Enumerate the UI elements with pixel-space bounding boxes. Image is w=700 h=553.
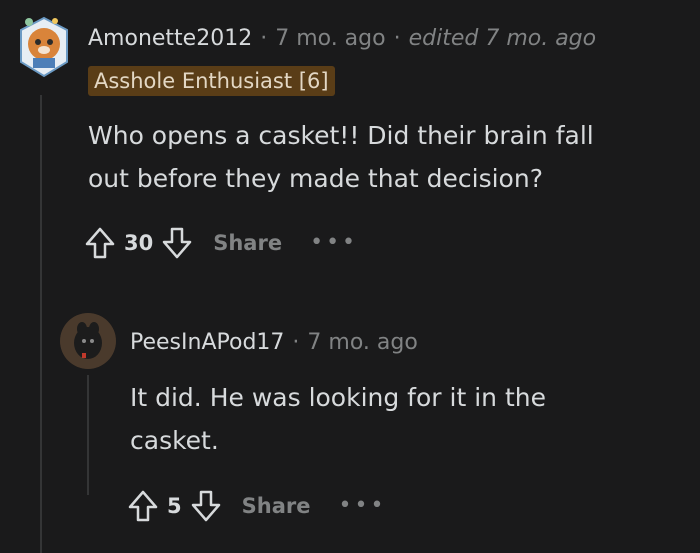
- comment-body-line: Who opens a casket!! Did their brain fal…: [88, 121, 594, 150]
- timestamp[interactable]: 7 mo. ago: [307, 330, 417, 355]
- thread-line-main[interactable]: [40, 95, 42, 553]
- comment-body-line: casket.: [130, 426, 219, 455]
- upvote-arrow-icon: [85, 227, 115, 259]
- more-options-button[interactable]: •••: [310, 232, 358, 254]
- username[interactable]: PeesInAPod17: [130, 330, 284, 355]
- username[interactable]: Amonette2012: [88, 26, 252, 51]
- downvote-button[interactable]: [159, 225, 195, 261]
- more-options-button[interactable]: •••: [338, 495, 386, 517]
- share-button[interactable]: Share: [242, 494, 311, 518]
- upvote-button[interactable]: [82, 225, 118, 261]
- vote-score: 30: [124, 231, 154, 255]
- comment-actions: 30 Share •••: [82, 225, 358, 261]
- timestamp[interactable]: 7 mo. ago: [275, 26, 385, 51]
- avatar[interactable]: [15, 12, 73, 82]
- downvote-arrow-icon: [162, 227, 192, 259]
- meta-separator: ·: [260, 26, 268, 51]
- edited-label: edited 7 mo. ago: [408, 26, 597, 51]
- avatar[interactable]: [60, 313, 116, 369]
- downvote-button[interactable]: [188, 488, 224, 524]
- comment-header: PeesInAPod17 · 7 mo. ago: [130, 330, 418, 355]
- vote-score: 5: [167, 494, 182, 518]
- meta-separator: ·: [292, 330, 300, 355]
- comment-header: Amonette2012 · 7 mo. ago · edited 7 mo. …: [88, 26, 596, 51]
- downvote-arrow-icon: [191, 490, 220, 522]
- meta-separator: ·: [393, 26, 401, 51]
- comment-body: It did. He was looking for it in the cas…: [130, 376, 546, 462]
- user-flair: Asshole Enthusiast [6]: [88, 66, 335, 96]
- comment-actions: 5 Share •••: [125, 488, 386, 524]
- upvote-arrow-icon: [128, 490, 158, 522]
- upvote-button[interactable]: [125, 488, 161, 524]
- comment-body-line: It did. He was looking for it in the: [130, 383, 546, 412]
- thread-line-reply[interactable]: [87, 375, 89, 495]
- share-button[interactable]: Share: [213, 231, 282, 255]
- comment-body: Who opens a casket!! Did their brain fal…: [88, 114, 594, 200]
- comment-body-line: out before they made that decision?: [88, 164, 543, 193]
